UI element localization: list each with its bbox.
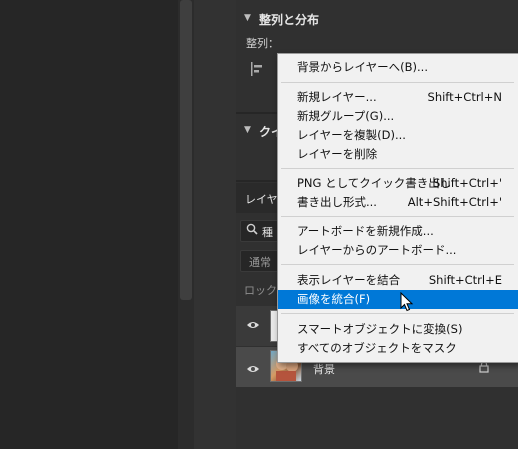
align-section-title: 整列と分布 xyxy=(259,13,320,27)
canvas-scrollbar-thumb[interactable] xyxy=(180,0,192,300)
menu-item-artboard-from-layers[interactable]: レイヤーからのアートボード... xyxy=(278,241,518,260)
menu-item-label: レイヤーからのアートボード... xyxy=(297,243,457,257)
menu-item-label: 背景からレイヤーへ(B)... xyxy=(297,60,428,74)
menu-item-shortcut: Shift+Ctrl+N xyxy=(427,90,502,104)
mouse-cursor-icon xyxy=(400,291,414,315)
menu-item-export-as[interactable]: 書き出し形式... Alt+Shift+Ctrl+' xyxy=(278,193,518,212)
search-icon xyxy=(246,223,258,238)
menu-item-label: 書き出し形式... xyxy=(297,195,377,209)
menu-item-new-group[interactable]: 新規グループ(G)... xyxy=(278,107,518,126)
menu-item-layer-from-background[interactable]: 背景からレイヤーへ(B)... xyxy=(278,58,518,77)
menu-item-merge-visible[interactable]: 表示レイヤーを結合 Shift+Ctrl+E xyxy=(278,271,518,290)
eye-icon[interactable] xyxy=(246,318,260,334)
menu-item-label: 画像を統合(F) xyxy=(297,292,371,306)
panel-dock-gutter xyxy=(194,0,237,449)
layer-context-menu: 背景からレイヤーへ(B)... 新規レイヤー... Shift+Ctrl+N 新規… xyxy=(277,53,518,363)
menu-item-shortcut: Shift+Ctrl+E xyxy=(428,273,502,287)
menu-item-convert-smart-object[interactable]: スマートオブジェクトに変換(S) xyxy=(278,320,518,339)
chevron-down-icon[interactable]: ▼ xyxy=(244,13,251,23)
menu-item-label: すべてのオブジェクトをマスク xyxy=(297,341,457,355)
menu-separator xyxy=(281,313,514,314)
menu-item-delete-layer[interactable]: レイヤーを削除 xyxy=(278,145,518,164)
layer-name[interactable]: 背景 xyxy=(313,361,335,377)
menu-item-label: レイヤーを削除 xyxy=(297,147,378,161)
menu-item-mask-all-objects[interactable]: すべてのオブジェクトをマスク xyxy=(278,339,518,358)
document-canvas-area[interactable] xyxy=(0,0,178,449)
layer-filter-kind[interactable]: 種 xyxy=(262,224,273,240)
menu-separator xyxy=(281,168,514,169)
blend-mode-value: 通常 xyxy=(249,256,271,269)
menu-item-new-layer[interactable]: 新規レイヤー... Shift+Ctrl+N xyxy=(278,88,518,107)
eye-icon[interactable] xyxy=(246,362,260,378)
menu-item-quick-export-png[interactable]: PNG としてクイック書き出し Shift+Ctrl+' xyxy=(278,174,518,193)
menu-item-label: 新規グループ(G)... xyxy=(297,109,395,123)
menu-item-label: レイヤーを複製(D)... xyxy=(297,128,406,142)
menu-item-new-artboard[interactable]: アートボードを新規作成... xyxy=(278,222,518,241)
align-label: 整列： xyxy=(246,37,279,50)
menu-item-shortcut: Alt+Shift+Ctrl+' xyxy=(407,195,502,209)
menu-separator xyxy=(281,82,514,83)
align-left-icon[interactable] xyxy=(251,62,263,79)
menu-item-shortcut: Shift+Ctrl+' xyxy=(432,176,502,190)
menu-separator xyxy=(281,216,514,217)
menu-item-flatten-image[interactable]: 画像を統合(F) xyxy=(278,290,518,309)
menu-item-label: 表示レイヤーを結合 xyxy=(297,273,401,287)
lock-icon xyxy=(479,361,489,376)
menu-item-duplicate-layer[interactable]: レイヤーを複製(D)... xyxy=(278,126,518,145)
menu-item-label: アートボードを新規作成... xyxy=(297,224,434,238)
menu-separator xyxy=(281,264,514,265)
menu-item-label: 新規レイヤー... xyxy=(297,90,377,104)
chevron-down-icon[interactable]: ▼ xyxy=(244,125,251,135)
menu-item-label: PNG としてクイック書き出し xyxy=(297,176,452,190)
menu-item-label: スマートオブジェクトに変換(S) xyxy=(297,322,463,336)
